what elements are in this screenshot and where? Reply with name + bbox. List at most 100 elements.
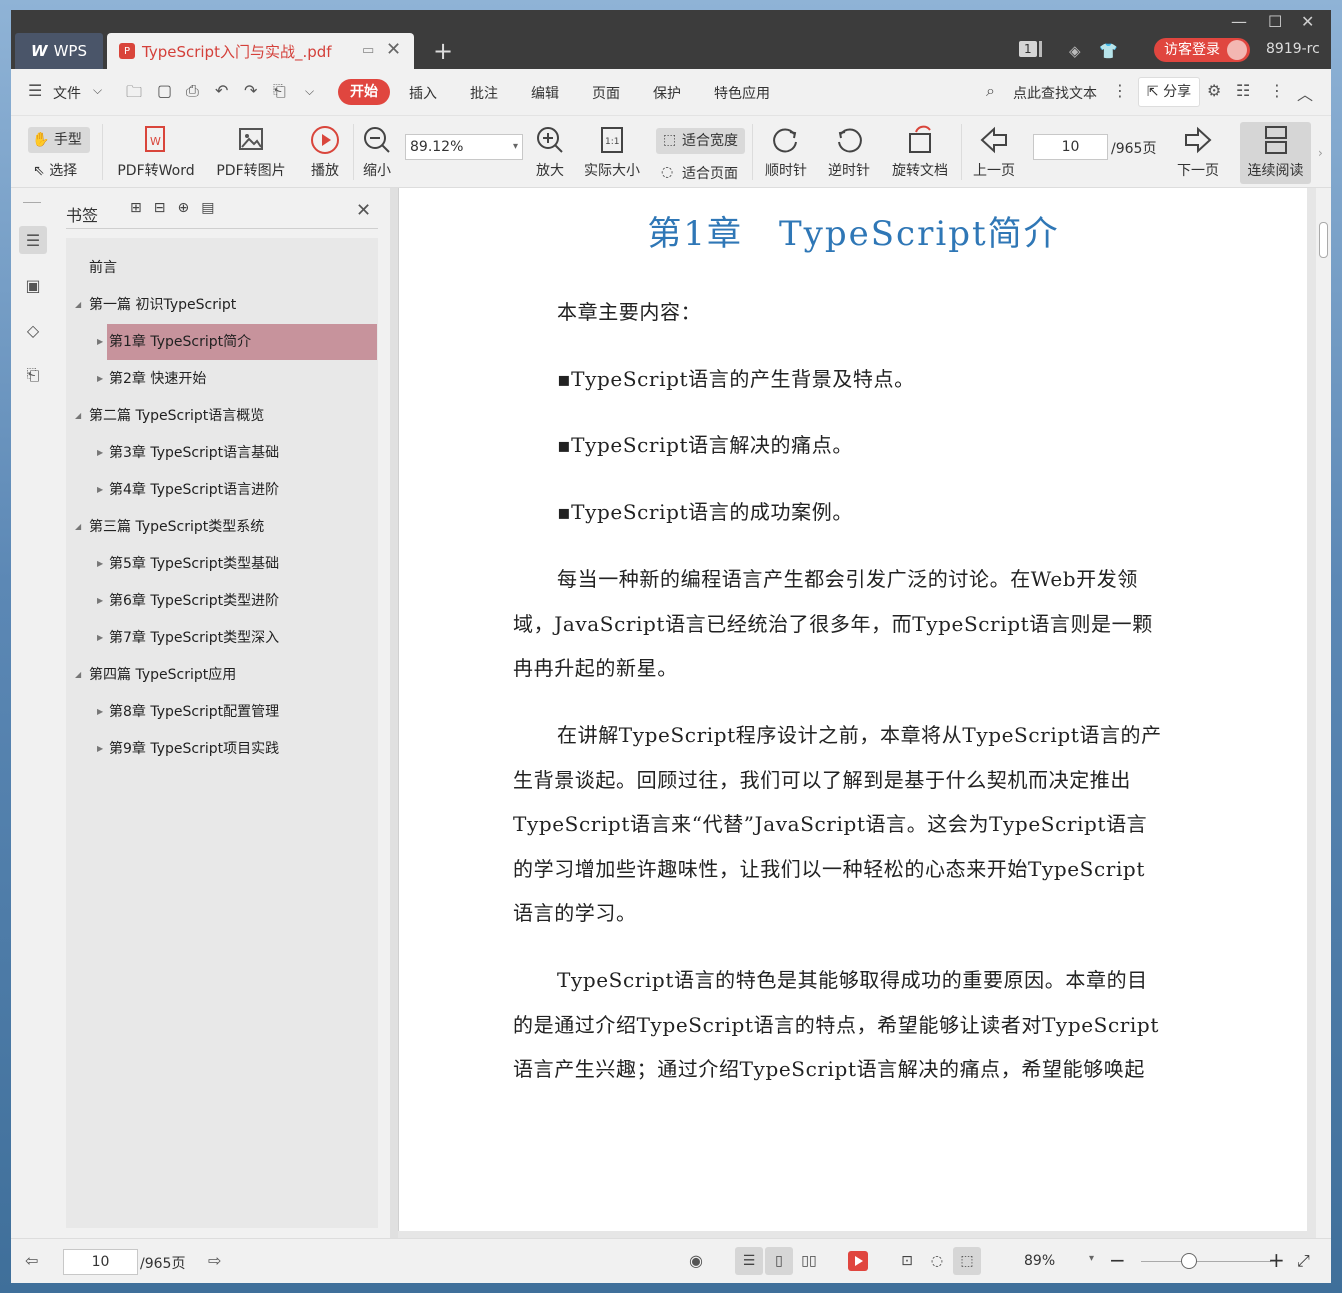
zoom-out-button[interactable]: 缩小 (359, 124, 395, 180)
minimize-icon[interactable]: — (1231, 12, 1247, 31)
fullscreen-icon[interactable]: ⤢ (1297, 1251, 1310, 1271)
add-bookmark-icon[interactable]: ⊕ (177, 200, 189, 216)
bookmark-list-icon[interactable]: ☰ (19, 226, 47, 254)
collapse-triangle-icon[interactable]: ◢ (75, 398, 81, 434)
expand-triangle-icon[interactable]: ▶ (97, 620, 103, 656)
bookmark-item[interactable]: ◢ 第一篇 初识TypeScript (75, 287, 236, 323)
collapse-triangle-icon[interactable]: ◢ (75, 657, 81, 693)
fit-page-button[interactable]: 适合页面 (682, 163, 738, 183)
collapse-ribbon-icon[interactable]: ︿ (1297, 81, 1313, 105)
two-page-view-icon[interactable]: ▯▯ (795, 1247, 823, 1275)
document-tab[interactable]: P TypeScript入门与实战_.pdf ▭ ✕ (107, 33, 414, 69)
expand-triangle-icon[interactable]: ▶ (97, 361, 103, 397)
annotation-icon[interactable]: ◇ (19, 316, 47, 344)
menu-start[interactable]: 开始 (338, 79, 390, 105)
bookmark-item[interactable]: ▶ 第7章 TypeScript类型深入 (97, 620, 279, 656)
rotate-counterclockwise-button[interactable]: 逆时针 (824, 124, 874, 180)
expand-triangle-icon[interactable]: ▶ (97, 694, 103, 730)
export-icon[interactable]: ⎗ (273, 81, 286, 101)
shirt-icon[interactable]: 👕 (1099, 42, 1118, 60)
open-folder-icon[interactable]: 🗀 (126, 81, 142, 108)
bookmark-item[interactable]: ▶ 第2章 快速开始 (97, 361, 206, 397)
redo-icon[interactable]: ↷ (244, 81, 257, 100)
menu-edit[interactable]: 编辑 (531, 83, 559, 103)
hand-tool-button[interactable]: ✋ 手型 (28, 127, 90, 153)
menu-special[interactable]: 特色应用 (714, 83, 770, 103)
zoom-slider-knob[interactable] (1181, 1253, 1197, 1269)
fit-page-icon[interactable]: ◌ (923, 1247, 951, 1275)
prev-page-button[interactable]: 上一页 (969, 124, 1019, 180)
more-vertical-icon[interactable]: ⋮ (1112, 81, 1128, 100)
next-page-button[interactable]: 下一页 (1173, 124, 1223, 180)
actual-size-icon[interactable]: ⊡ (893, 1247, 921, 1275)
status-zoom-value[interactable]: 89% (1024, 1253, 1055, 1269)
vertical-scrollbar[interactable] (1316, 188, 1331, 1238)
expand-triangle-icon[interactable]: ▶ (97, 435, 103, 471)
feedback-icon[interactable]: ☷ (1236, 81, 1250, 100)
close-tab-icon[interactable]: ✕ (386, 39, 401, 60)
window-count-badge[interactable]: 1 (1019, 41, 1042, 57)
toolbar-scroll-right-icon[interactable]: › (1318, 146, 1323, 160)
bookmark-item[interactable]: 前言 (89, 250, 117, 286)
bookmark-options-icon[interactable]: ▤ (201, 200, 214, 216)
bookmark-item[interactable]: ◢ 第四篇 TypeScript应用 (75, 657, 236, 693)
pdf-to-word-button[interactable]: W PDF转Word (114, 124, 198, 180)
bookmark-item[interactable]: ▶ 第4章 TypeScript语言进阶 (97, 472, 279, 508)
more-options-icon[interactable]: ⋮ (1269, 81, 1285, 100)
settings-gear-icon[interactable]: ⚙ (1207, 81, 1221, 100)
search-icon[interactable]: ⌕ (986, 81, 995, 101)
expand-triangle-icon[interactable]: ▶ (97, 583, 103, 619)
pin-tab-icon[interactable]: ▭ (362, 43, 374, 58)
login-button[interactable]: 访客登录 (1154, 38, 1250, 62)
attachment-icon[interactable]: ⎗ (19, 361, 47, 389)
bookmark-item[interactable]: ▶ 第3章 TypeScript语言基础 (97, 435, 279, 471)
search-text-button[interactable]: 点此查找文本 (1013, 83, 1097, 103)
rotate-clockwise-button[interactable]: 顺时针 (761, 124, 811, 180)
skin-icon[interactable]: ◈ (1069, 42, 1081, 60)
file-dropdown-icon[interactable]: ⌵ (93, 83, 102, 98)
hamburger-menu-icon[interactable]: ☰ (28, 81, 42, 100)
save-icon[interactable]: ▢ (157, 81, 172, 100)
menu-page[interactable]: 页面 (592, 83, 620, 103)
zoom-select[interactable]: 89.12% ▾ (405, 134, 523, 160)
continuous-view-icon[interactable]: ☰ (735, 1247, 763, 1275)
print-icon[interactable]: ⎙ (186, 81, 199, 101)
bookmark-item[interactable]: ◢ 第二篇 TypeScript语言概览 (75, 398, 264, 434)
menu-file[interactable]: 文件 (53, 83, 81, 103)
menu-comment[interactable]: 批注 (470, 83, 498, 103)
select-tool-button[interactable]: ⇖ 选择 (33, 160, 77, 180)
bookmark-item[interactable]: ▶ 第8章 TypeScript配置管理 (97, 694, 279, 730)
close-panel-icon[interactable]: ✕ (356, 200, 371, 221)
pdf-to-image-button[interactable]: PDF转图片 (213, 124, 289, 180)
page-number-input[interactable]: 10 (1033, 134, 1108, 160)
share-button[interactable]: ⇱ 分享 (1138, 77, 1200, 107)
wps-home-tab[interactable]: W WPS (15, 33, 103, 69)
zoom-dropdown-icon[interactable]: ▾ (1089, 1253, 1094, 1264)
expand-all-icon[interactable]: ⊞ (130, 200, 142, 216)
fit-width-icon[interactable]: ⬚ (953, 1247, 981, 1275)
new-tab-button[interactable]: + (433, 37, 453, 65)
status-page-input[interactable]: 10 (63, 1249, 138, 1275)
bookmark-item-selected[interactable]: ▶ 第1章 TypeScript简介 (97, 324, 377, 360)
bookmark-item[interactable]: ▶ 第6章 TypeScript类型进阶 (97, 583, 279, 619)
actual-size-button[interactable]: 1:1 实际大小 (579, 124, 645, 180)
menu-protect[interactable]: 保护 (653, 83, 681, 103)
collapse-all-icon[interactable]: ⊟ (154, 200, 166, 216)
next-page-arrow-icon[interactable]: ⇨ (208, 1251, 221, 1270)
document-view[interactable]: 第1章 TypeScript简介 本章主要内容： ▪TypeScript语言的产… (398, 188, 1331, 1238)
expand-triangle-icon[interactable]: ▶ (97, 324, 103, 360)
expand-triangle-icon[interactable]: ▶ (97, 731, 103, 767)
play-button[interactable]: 播放 (307, 124, 343, 180)
panel-splitter[interactable] (390, 188, 398, 1238)
thumbnail-icon[interactable]: ▣ (19, 271, 47, 299)
collapse-triangle-icon[interactable]: ◢ (75, 287, 81, 323)
play-slideshow-icon[interactable] (848, 1251, 868, 1271)
undo-icon[interactable]: ↶ (215, 81, 228, 100)
collapse-triangle-icon[interactable]: ◢ (75, 509, 81, 545)
eye-protection-icon[interactable]: ◉ (689, 1251, 703, 1270)
menu-insert[interactable]: 插入 (409, 83, 437, 103)
expand-triangle-icon[interactable]: ▶ (97, 546, 103, 582)
single-page-view-icon[interactable]: ▯ (765, 1247, 793, 1275)
expand-triangle-icon[interactable]: ▶ (97, 472, 103, 508)
bookmark-item[interactable]: ▶ 第9章 TypeScript项目实践 (97, 731, 279, 767)
